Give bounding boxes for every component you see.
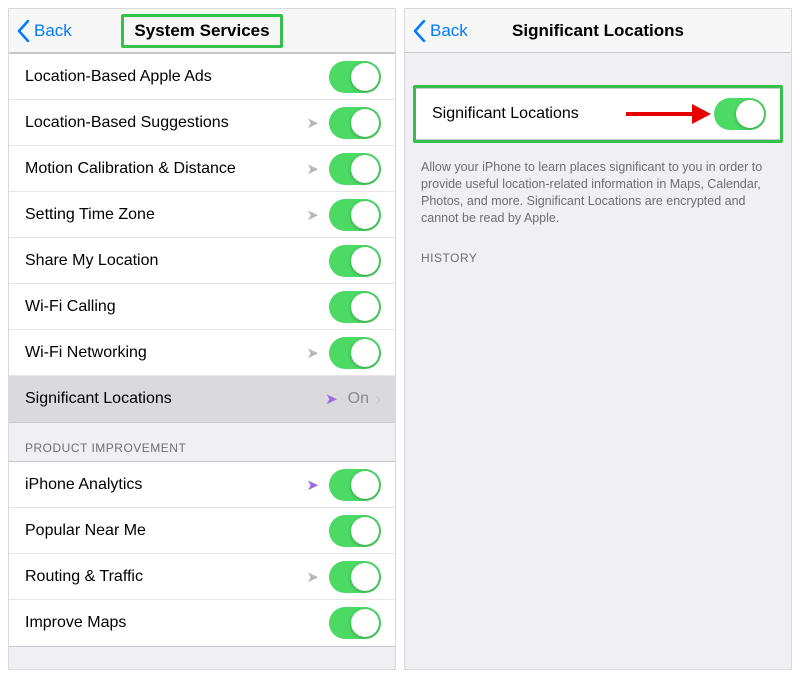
back-label: Back [34,21,72,41]
row-label: Motion Calibration & Distance [25,160,306,178]
row-significant-locations[interactable]: Significant Locations ➤ On › [9,376,395,422]
chevron-left-icon [17,20,30,42]
row-label: Location-Based Apple Ads [25,68,329,86]
toggle[interactable] [329,61,381,93]
row-label: Improve Maps [25,614,329,632]
back-button[interactable]: Back [413,9,468,53]
location-icon: ➤ [306,206,319,224]
row-label: Significant Locations [25,390,325,408]
section-product-improvement: PRODUCT IMPROVEMENT [9,423,395,461]
toggle[interactable] [329,153,381,185]
row-share-my-location[interactable]: Share My Location [9,238,395,284]
toggle[interactable] [329,107,381,139]
chevron-left-icon [413,20,426,42]
back-label: Back [430,21,468,41]
row-popular-near-me[interactable]: Popular Near Me [9,508,395,554]
toggle[interactable] [329,291,381,323]
row-wifi-networking[interactable]: Wi-Fi Networking ➤ [9,330,395,376]
page-title: Significant Locations [502,17,694,45]
row-routing-traffic[interactable]: Routing & Traffic ➤ [9,554,395,600]
row-label: iPhone Analytics [25,476,306,494]
footer-note: Allow your iPhone to learn places signif… [405,151,791,233]
row-location-based-apple-ads[interactable]: Location-Based Apple Ads [9,54,395,100]
row-wifi-calling[interactable]: Wi-Fi Calling [9,284,395,330]
improvement-list: iPhone Analytics ➤ Popular Near Me Routi… [9,461,395,647]
location-icon: ➤ [306,568,319,586]
row-label: Wi-Fi Networking [25,344,306,362]
row-location-based-suggestions[interactable]: Location-Based Suggestions ➤ [9,100,395,146]
toggle[interactable] [329,337,381,369]
toggle[interactable] [329,199,381,231]
row-label: Significant Locations [432,105,714,123]
toggle[interactable] [329,469,381,501]
location-icon: ➤ [306,160,319,178]
location-icon: ➤ [306,476,319,494]
location-icon: ➤ [306,114,319,132]
row-motion-calibration[interactable]: Motion Calibration & Distance ➤ [9,146,395,192]
row-improve-maps[interactable]: Improve Maps [9,600,395,646]
system-services-panel: Back System Services Location-Based Appl… [8,8,396,670]
toggle[interactable] [329,561,381,593]
back-button[interactable]: Back [17,9,72,53]
row-label: Setting Time Zone [25,206,306,224]
row-label: Share My Location [25,252,329,270]
toggle[interactable] [329,515,381,547]
page-title: System Services [121,14,282,48]
toggle[interactable] [329,245,381,277]
row-value: On [348,390,369,408]
location-icon: ➤ [325,390,338,408]
row-label: Routing & Traffic [25,568,306,586]
toggle[interactable] [714,98,766,130]
row-label: Location-Based Suggestions [25,114,306,132]
row-label: Popular Near Me [25,522,329,540]
services-list: Location-Based Apple Ads Location-Based … [9,53,395,423]
header: Back System Services [9,9,395,53]
row-iphone-analytics[interactable]: iPhone Analytics ➤ [9,462,395,508]
header: Back Significant Locations [405,9,791,53]
row-label: Wi-Fi Calling [25,298,329,316]
highlighted-row: Significant Locations [413,85,783,143]
row-setting-time-zone[interactable]: Setting Time Zone ➤ [9,192,395,238]
significant-locations-panel: Back Significant Locations Significant L… [404,8,792,670]
location-icon: ➤ [306,344,319,362]
section-history: HISTORY [405,233,791,271]
row-significant-locations-toggle[interactable]: Significant Locations [416,89,780,139]
chevron-right-icon: › [375,389,381,410]
toggle[interactable] [329,607,381,639]
